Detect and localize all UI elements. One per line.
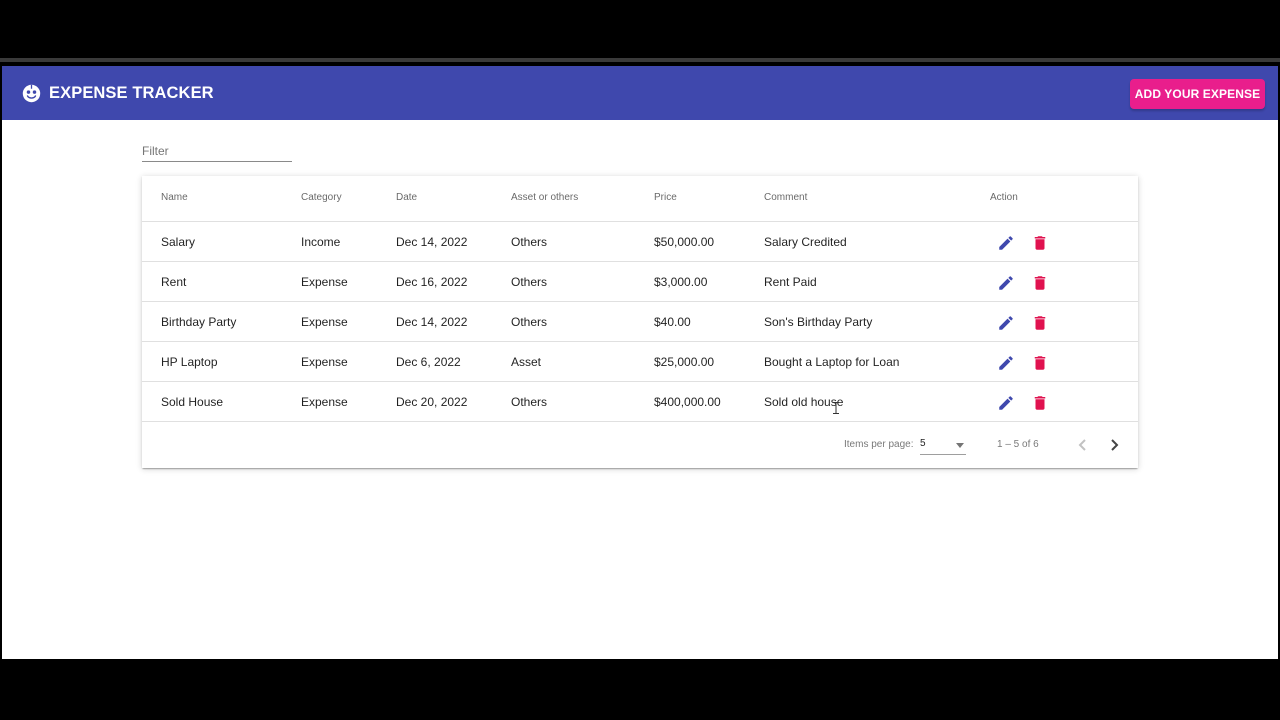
app-title: EXPENSE TRACKER — [49, 84, 214, 102]
edit-icon — [999, 356, 1013, 370]
column-header-action: Action — [990, 192, 1018, 203]
edit-icon — [999, 316, 1013, 330]
column-header-price[interactable]: Price — [654, 176, 677, 220]
delete-icon — [1034, 276, 1046, 290]
column-header-category[interactable]: Category — [301, 176, 342, 220]
edit-icon — [999, 236, 1013, 250]
delete-icon — [1034, 356, 1046, 370]
edit-icon — [999, 276, 1013, 290]
edit-button[interactable] — [994, 271, 1018, 293]
edit-button[interactable] — [994, 231, 1018, 253]
cell-price: $400,000.00 — [654, 395, 721, 409]
items-per-page-label: Items per page: — [844, 439, 914, 450]
cell-name: HP Laptop — [161, 355, 218, 369]
app-window: EXPENSE TRACKER ADD YOUR EXPENSE Name Ca… — [2, 66, 1278, 659]
paginator: Items per page: 5 1 – 5 of 6 — [142, 422, 1138, 468]
cell-asset: Asset — [511, 355, 542, 369]
table-header-row: Name Category Date Asset or others Price… — [142, 176, 1138, 222]
delete-button[interactable] — [1028, 231, 1052, 253]
top-black-bar — [0, 0, 1280, 62]
cell-asset: Others — [511, 315, 548, 329]
cell-price: $25,000.00 — [654, 355, 715, 369]
cell-category: Expense — [301, 355, 348, 369]
dropdown-arrow-icon — [956, 443, 964, 448]
edit-button[interactable] — [994, 391, 1018, 413]
bottom-black-bar — [0, 659, 1280, 720]
cell-asset: Others — [511, 275, 548, 289]
cell-category: Expense — [301, 275, 348, 289]
table-row: Birthday Party Expense Dec 14, 2022 Othe… — [142, 302, 1138, 342]
expense-table-card: Name Category Date Asset or others Price… — [142, 176, 1138, 468]
cell-category: Income — [301, 235, 341, 249]
edit-button[interactable] — [994, 311, 1018, 333]
next-page-button[interactable] — [1104, 433, 1126, 457]
table-row: Salary Income Dec 14, 2022 Others $50,00… — [142, 222, 1138, 262]
cell-name: Rent — [161, 275, 187, 289]
top-bar-edge — [0, 58, 1280, 62]
cell-category: Expense — [301, 315, 348, 329]
cell-category: Expense — [301, 395, 348, 409]
items-per-page-select[interactable]: 5 — [920, 435, 966, 455]
delete-icon — [1034, 316, 1046, 330]
chevron-left-icon — [1078, 439, 1086, 451]
previous-page-button[interactable] — [1071, 433, 1093, 457]
cell-date: Dec 14, 2022 — [396, 315, 468, 329]
cell-comment: Bought a Laptop for Loan — [764, 355, 900, 369]
cell-name: Salary — [161, 235, 196, 249]
face-icon — [22, 84, 41, 103]
cell-comment: Rent Paid — [764, 275, 817, 289]
cell-name: Sold House — [161, 395, 224, 409]
cell-price: $40.00 — [654, 315, 691, 329]
cell-price: $50,000.00 — [654, 235, 715, 249]
column-header-date[interactable]: Date — [396, 176, 417, 220]
delete-button[interactable] — [1028, 351, 1052, 373]
edit-icon — [999, 396, 1013, 410]
cell-price: $3,000.00 — [654, 275, 708, 289]
cell-asset: Others — [511, 235, 548, 249]
filter-field[interactable] — [142, 140, 292, 162]
delete-icon — [1034, 236, 1046, 250]
chevron-right-icon — [1111, 439, 1119, 451]
column-header-name[interactable]: Name — [161, 176, 188, 220]
table-row: Rent Expense Dec 16, 2022 Others $3,000.… — [142, 262, 1138, 302]
cell-date: Dec 16, 2022 — [396, 275, 468, 289]
add-expense-button[interactable]: ADD YOUR EXPENSE — [1130, 79, 1265, 109]
text-cursor-icon — [833, 402, 839, 414]
cell-comment: Son's Birthday Party — [764, 315, 873, 329]
edit-button[interactable] — [994, 351, 1018, 373]
cell-name: Birthday Party — [161, 315, 237, 329]
cell-date: Dec 6, 2022 — [396, 355, 461, 369]
delete-button[interactable] — [1028, 311, 1052, 333]
delete-button[interactable] — [1028, 391, 1052, 413]
table-row: HP Laptop Expense Dec 6, 2022 Asset $25,… — [142, 342, 1138, 382]
cell-date: Dec 14, 2022 — [396, 235, 468, 249]
cell-comment: Salary Credited — [764, 235, 847, 249]
page-range-label: 1 – 5 of 6 — [997, 439, 1039, 450]
delete-button[interactable] — [1028, 271, 1052, 293]
cell-date: Dec 20, 2022 — [396, 395, 468, 409]
items-per-page-value: 5 — [920, 438, 926, 449]
cell-asset: Others — [511, 395, 548, 409]
column-header-asset[interactable]: Asset or others — [511, 176, 578, 220]
delete-icon — [1034, 396, 1046, 410]
column-header-comment[interactable]: Comment — [764, 176, 807, 220]
table-row: Sold House Expense Dec 20, 2022 Others $… — [142, 382, 1138, 422]
toolbar: EXPENSE TRACKER ADD YOUR EXPENSE — [2, 66, 1278, 120]
filter-input[interactable] — [142, 140, 292, 161]
